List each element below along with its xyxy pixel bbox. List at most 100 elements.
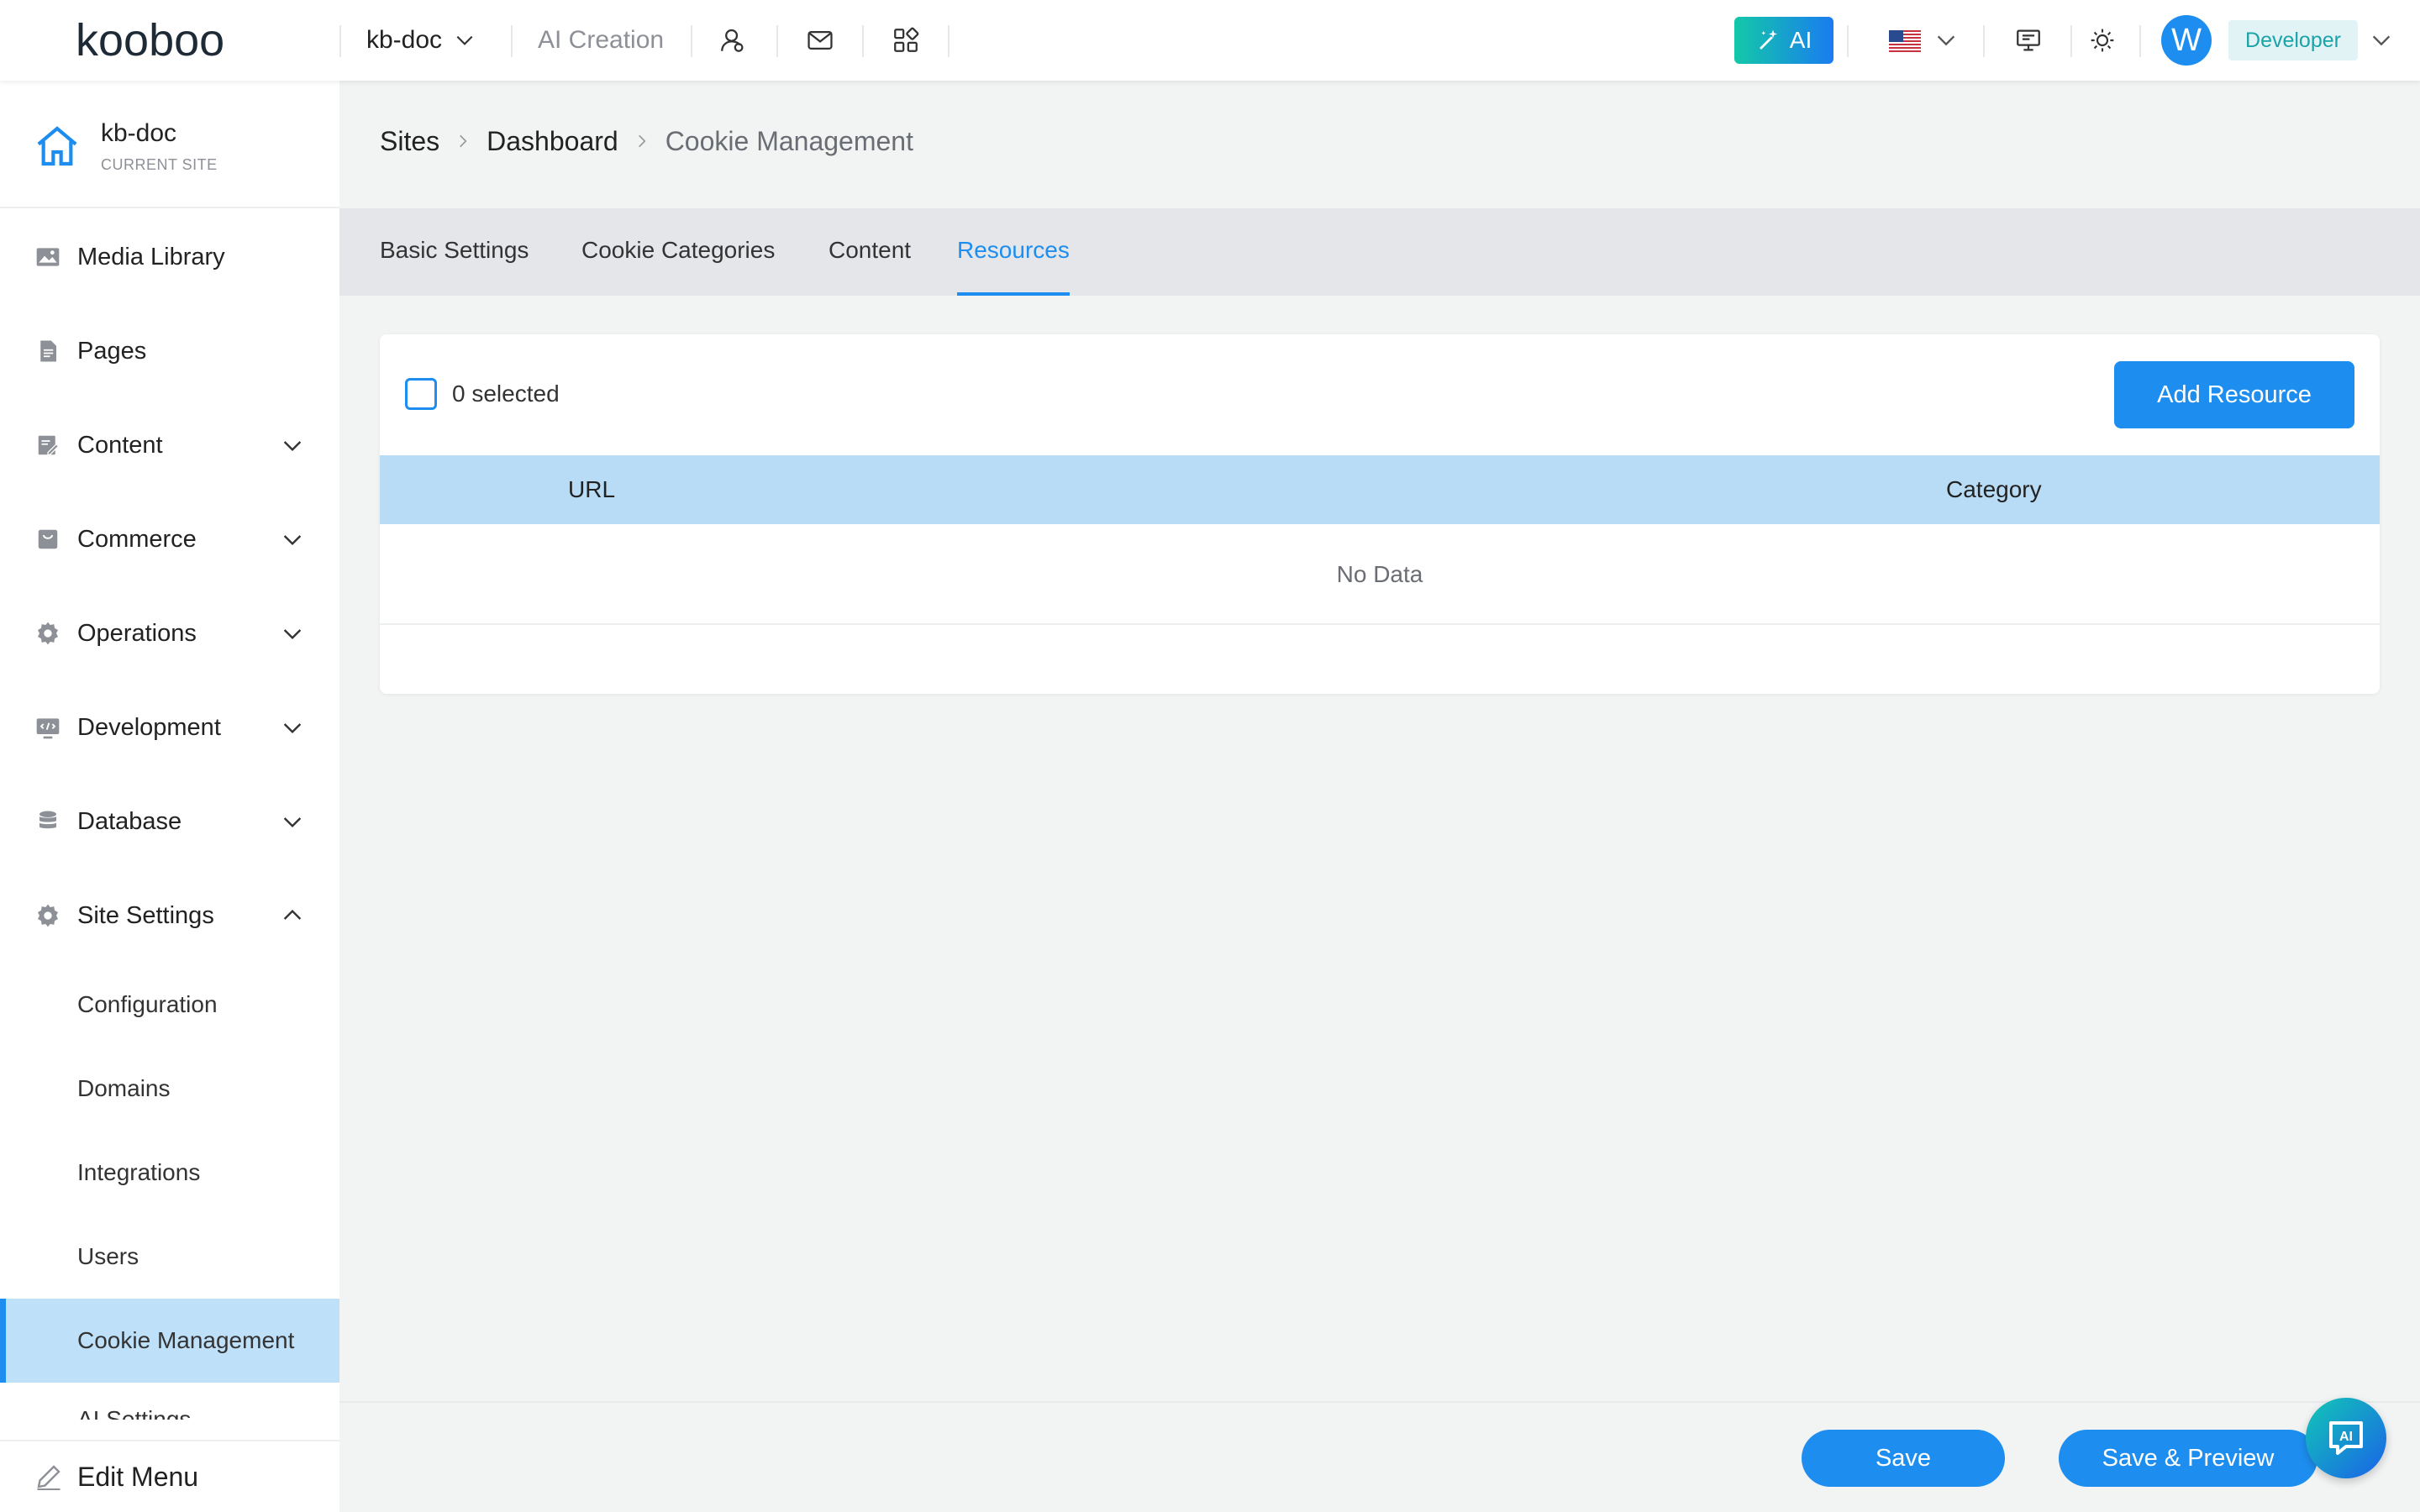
breadcrumb-current: Cookie Management	[665, 125, 913, 156]
sidebar-subitem-partial[interactable]: AI Settings	[77, 1404, 191, 1420]
current-site-caption: CURRENT SITE	[101, 156, 218, 173]
save-preview-button[interactable]: Save & Preview	[2059, 1430, 2317, 1487]
breadcrumb-sites[interactable]: Sites	[380, 126, 439, 157]
sun-icon[interactable]	[2086, 24, 2119, 57]
empty-state: No Data	[1336, 561, 1423, 587]
chevron-down-icon	[456, 35, 473, 45]
chevron-down-icon	[283, 535, 302, 546]
sidebar-item-operations[interactable]: Operations	[0, 591, 339, 675]
logo-text: kooboo	[76, 15, 224, 66]
column-header-url[interactable]: URL	[568, 455, 615, 524]
chevron-right-icon	[638, 134, 646, 148]
divider	[339, 25, 341, 57]
image-icon	[34, 243, 62, 271]
divider	[2070, 25, 2072, 57]
apps-icon[interactable]	[889, 24, 923, 57]
current-site-name: kb-doc	[101, 119, 177, 147]
divider	[511, 25, 513, 57]
tab-resources[interactable]: Resources	[957, 237, 1070, 296]
sidebar-item-label: Operations	[77, 619, 197, 647]
select-all-checkbox[interactable]	[405, 378, 437, 410]
monitor-icon[interactable]	[2012, 24, 2045, 57]
ai-creation-link[interactable]: AI Creation	[538, 24, 664, 57]
sidebar-item-database[interactable]: Database	[0, 780, 339, 864]
magic-wand-icon	[1759, 29, 1777, 50]
sidebar-item-label: Content	[77, 431, 163, 459]
cart-icon	[34, 525, 62, 554]
database-icon	[34, 807, 62, 836]
site-switcher[interactable]: kb-doc	[366, 24, 476, 57]
sidebar-subitem-domains[interactable]: Domains	[0, 1047, 339, 1131]
sidebar-item-content[interactable]: Content	[0, 403, 339, 487]
current-site[interactable]: kb-doc CURRENT SITE	[0, 81, 339, 208]
chevron-down-icon[interactable]	[1934, 29, 1958, 52]
top-bar: kooboo kb-doc AI Creation AI W Developer	[0, 0, 2420, 81]
tab-cookie-categories[interactable]: Cookie Categories	[581, 237, 775, 296]
sidebar-subitem-users[interactable]: Users	[0, 1215, 339, 1299]
mail-icon[interactable]	[803, 24, 837, 57]
divider	[862, 25, 864, 57]
sidebar-subitem-label: Users	[77, 1243, 139, 1269]
sidebar-item-development[interactable]: Development	[0, 685, 339, 769]
save-button[interactable]: Save	[1802, 1430, 2005, 1487]
sidebar: kb-doc CURRENT SITE Media Library Pages …	[0, 81, 339, 1512]
sidebar-subitem-label: Configuration	[77, 991, 218, 1017]
sidebar-subitem-label: Domains	[77, 1075, 171, 1101]
sidebar-item-site-settings[interactable]: Site Settings	[0, 874, 339, 958]
breadcrumb: Sites Dashboard Cookie Management	[380, 123, 913, 160]
column-header-category[interactable]: Category	[1946, 455, 2042, 524]
tab-basic-settings[interactable]: Basic Settings	[380, 237, 529, 296]
divider	[948, 25, 950, 57]
sidebar-subitem-integrations[interactable]: Integrations	[0, 1131, 339, 1215]
site-switcher-label: kb-doc	[366, 26, 443, 54]
ai-chat-label: AI	[2339, 1430, 2353, 1444]
chevron-right-icon	[460, 134, 467, 148]
sidebar-item-commerce[interactable]: Commerce	[0, 497, 339, 581]
ai-chat-button[interactable]: AI	[2306, 1398, 2386, 1478]
sidebar-item-label: Media Library	[77, 243, 225, 270]
divider	[1983, 25, 1985, 57]
role-badge[interactable]: Developer	[2228, 20, 2358, 60]
chevron-down-icon[interactable]	[2370, 29, 2393, 52]
sidebar-subitem-cookie-management[interactable]: Cookie Management	[0, 1299, 339, 1383]
sidebar-item-label: Development	[77, 713, 221, 741]
chevron-down-icon	[283, 723, 302, 734]
table-row: No Data	[380, 524, 2380, 625]
avatar[interactable]: W	[2161, 15, 2212, 66]
chevron-down-icon	[283, 817, 302, 828]
chevron-up-icon	[283, 909, 302, 920]
sidebar-item-label: Database	[77, 807, 182, 835]
divider	[776, 25, 778, 57]
sidebar-subitem-configuration[interactable]: Configuration	[0, 963, 339, 1047]
kooboo-logo[interactable]: kooboo	[76, 15, 269, 66]
home-icon	[37, 126, 77, 166]
sidebar-item-label: Pages	[77, 337, 147, 365]
sidebar-item-pages[interactable]: Pages	[0, 309, 339, 393]
tab-content[interactable]: Content	[829, 237, 911, 296]
sidebar-subitem-label: Cookie Management	[77, 1327, 295, 1353]
table-header: URL Category	[380, 455, 2380, 524]
us-flag-icon[interactable]	[1889, 30, 1921, 52]
gear-icon	[34, 619, 62, 648]
add-resource-button[interactable]: Add Resource	[2114, 361, 2354, 428]
tabs-bar: Basic Settings Cookie Categories Content…	[339, 208, 2420, 296]
code-icon	[34, 713, 62, 742]
divider	[691, 25, 692, 57]
users-icon[interactable]	[716, 24, 750, 57]
pencil-icon	[37, 1465, 60, 1491]
resources-card: 0 selected Add Resource URL Category No …	[380, 334, 2380, 694]
divider	[2139, 25, 2141, 57]
page-icon	[34, 337, 62, 365]
selected-count: 0 selected	[452, 381, 560, 407]
breadcrumb-dashboard[interactable]: Dashboard	[487, 126, 618, 157]
sidebar-item-media-library[interactable]: Media Library	[0, 215, 339, 299]
chat-bubble-icon: AI	[2329, 1421, 2363, 1455]
ai-button-label: AI	[1789, 27, 1812, 53]
gear-icon	[34, 901, 62, 930]
edit-menu-label: Edit Menu	[77, 1461, 199, 1492]
chevron-down-icon	[283, 441, 302, 452]
divider	[1847, 25, 1849, 57]
edit-menu-button[interactable]: Edit Menu	[0, 1440, 339, 1512]
sidebar-item-label: Commerce	[77, 525, 197, 553]
ai-button[interactable]: AI	[1734, 17, 1833, 64]
